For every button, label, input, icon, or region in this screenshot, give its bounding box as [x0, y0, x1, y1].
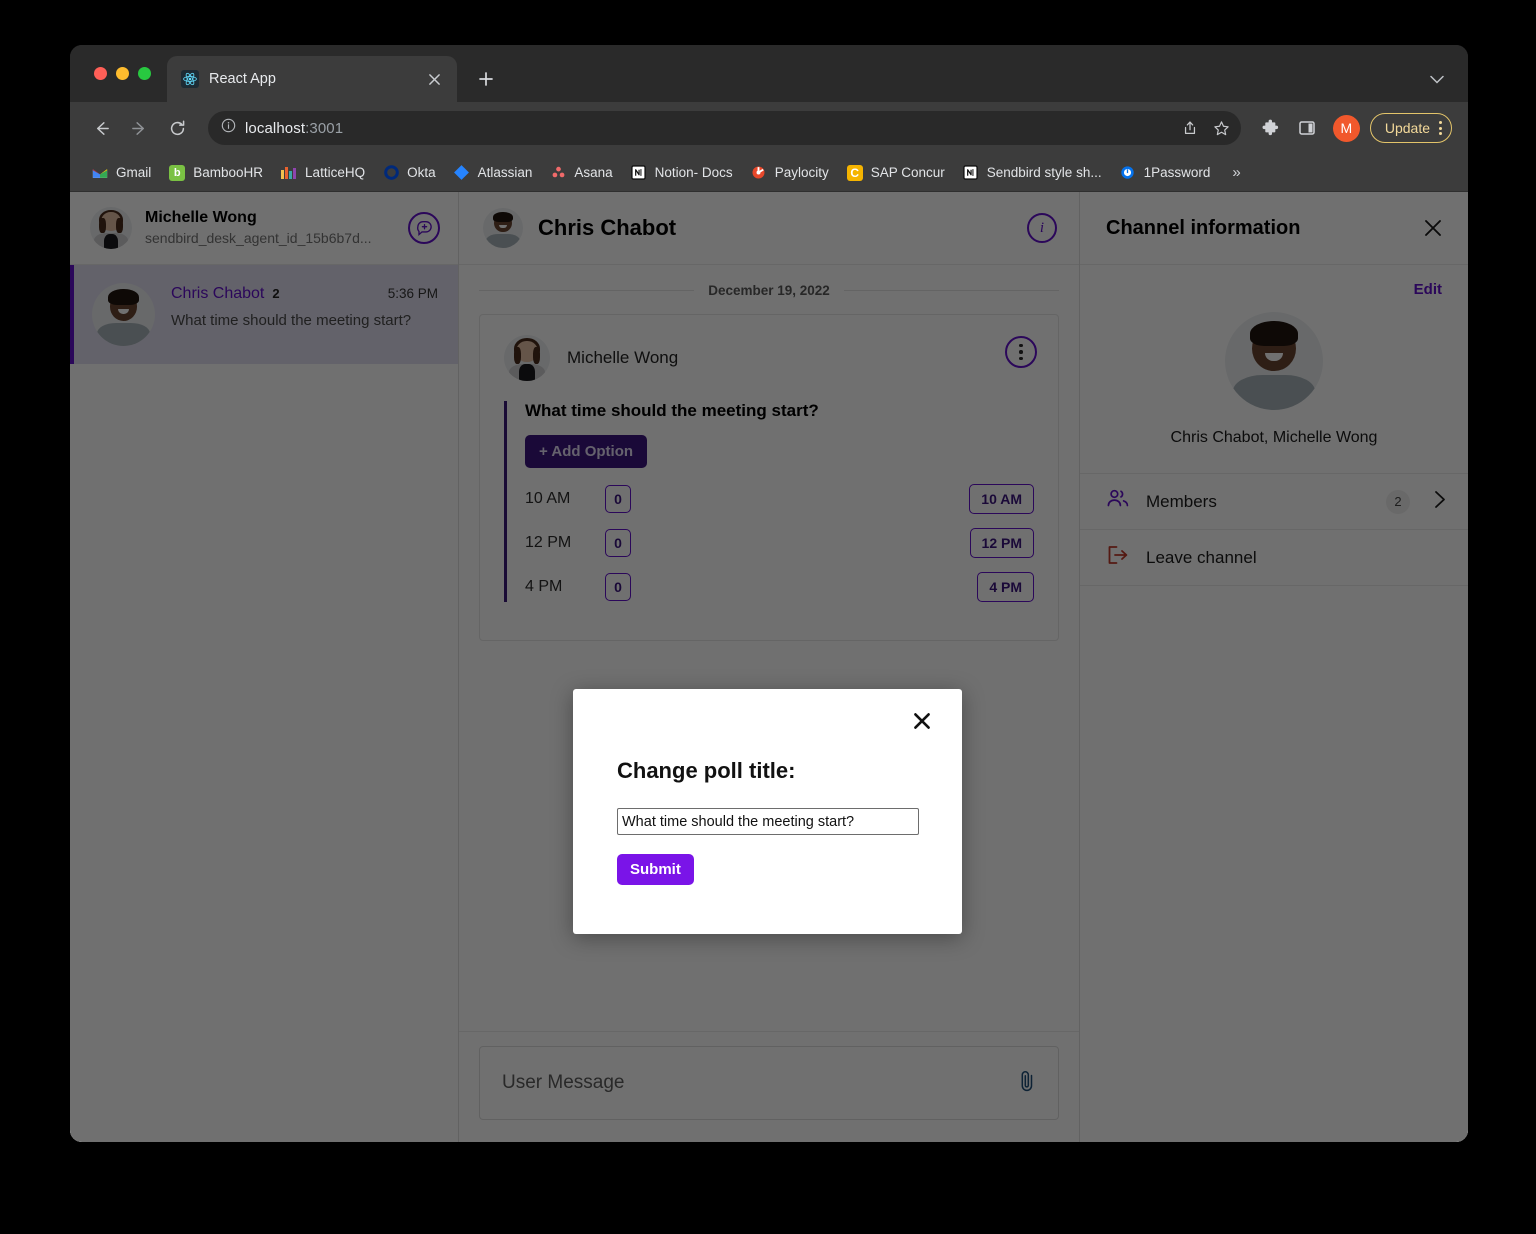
- bookmark-label: LatticeHQ: [305, 165, 366, 180]
- app-viewport: Michelle Wong sendbird_desk_agent_id_15b…: [70, 192, 1468, 1142]
- modal-title: Change poll title:: [617, 758, 796, 783]
- address-bar[interactable]: localhost:3001: [208, 111, 1241, 145]
- profile-avatar[interactable]: M: [1332, 114, 1360, 142]
- side-panel-icon[interactable]: [1291, 112, 1323, 144]
- close-window-button[interactable]: [94, 67, 107, 80]
- browser-toolbar: localhost:3001 M Update: [70, 102, 1468, 154]
- kebab-menu-icon[interactable]: [1439, 121, 1442, 135]
- notion-icon: [963, 165, 979, 181]
- poll-title-input[interactable]: [617, 808, 919, 835]
- update-button[interactable]: Update: [1369, 113, 1452, 143]
- atlassian-icon: [454, 165, 470, 181]
- bookmark-sendbird-style-sheet[interactable]: Sendbird style sh...: [955, 161, 1110, 185]
- bookmark-label: Paylocity: [774, 165, 829, 180]
- sap-concur-icon: C: [846, 164, 863, 181]
- bookmark-notion-docs[interactable]: Notion- Docs: [623, 161, 741, 185]
- gmail-icon: [92, 165, 108, 181]
- bookmark-sap-concur[interactable]: C SAP Concur: [839, 161, 953, 185]
- bookmark-1password[interactable]: 1Password: [1112, 161, 1219, 185]
- close-icon[interactable]: [423, 68, 445, 90]
- bookmark-label: SAP Concur: [870, 165, 945, 180]
- close-icon[interactable]: [908, 707, 936, 735]
- bookmark-bamboohr[interactable]: b BambooHR: [161, 161, 271, 185]
- browser-tab-strip: React App: [70, 45, 1468, 102]
- info-circle-icon[interactable]: [221, 118, 236, 138]
- address-bar-url: localhost:3001: [245, 120, 343, 137]
- bookmark-label: Okta: [407, 165, 436, 180]
- bookmarks-overflow-button[interactable]: »: [1224, 162, 1248, 183]
- react-logo-icon: [181, 70, 199, 88]
- bookmark-atlassian[interactable]: Atlassian: [446, 161, 541, 185]
- onepassword-icon: [1120, 165, 1136, 181]
- bookmark-asana[interactable]: Asana: [542, 161, 620, 185]
- bookmark-label: Sendbird style sh...: [986, 165, 1102, 180]
- submit-button[interactable]: Submit: [617, 854, 694, 885]
- bookmark-latticehq[interactable]: LatticeHQ: [273, 161, 373, 185]
- reload-icon[interactable]: [160, 111, 194, 145]
- browser-window: React App localhost:3001 M Update Gmail …: [70, 45, 1468, 1142]
- okta-icon: [383, 165, 399, 181]
- arrow-left-icon[interactable]: [84, 111, 118, 145]
- minimize-window-button[interactable]: [116, 67, 129, 80]
- notion-icon: [631, 165, 647, 181]
- paylocity-icon: [751, 165, 767, 181]
- maximize-window-button[interactable]: [138, 67, 151, 80]
- browser-tab-title: React App: [209, 71, 276, 87]
- bookmark-label: BambooHR: [193, 165, 264, 180]
- window-traffic-lights: [88, 45, 167, 102]
- update-button-label: Update: [1384, 120, 1430, 136]
- url-host: localhost: [245, 119, 306, 137]
- arrow-right-icon[interactable]: [122, 111, 156, 145]
- bookmark-label: 1Password: [1143, 165, 1211, 180]
- bookmark-okta[interactable]: Okta: [375, 161, 444, 185]
- bookmarks-bar: Gmail b BambooHR LatticeHQ Okta Atlassia…: [70, 154, 1468, 192]
- bookmark-label: Gmail: [116, 165, 152, 180]
- browser-tab[interactable]: React App: [167, 56, 457, 102]
- bookmark-label: Notion- Docs: [654, 165, 733, 180]
- puzzle-piece-icon[interactable]: [1255, 112, 1287, 144]
- bookmark-label: Asana: [574, 165, 613, 180]
- lattice-icon: [281, 165, 297, 181]
- bookmark-label: Atlassian: [477, 165, 533, 180]
- modal-overlay[interactable]: [70, 192, 1468, 1142]
- share-icon[interactable]: [1175, 113, 1205, 143]
- plus-icon[interactable]: [469, 62, 503, 96]
- bookmark-paylocity[interactable]: Paylocity: [743, 161, 837, 185]
- url-port: :3001: [305, 119, 344, 137]
- star-icon[interactable]: [1207, 113, 1237, 143]
- change-poll-title-modal: Change poll title: Submit: [573, 689, 962, 934]
- chevron-down-icon[interactable]: [1424, 66, 1450, 92]
- bamboohr-icon: b: [169, 164, 186, 181]
- asana-icon: [550, 165, 566, 181]
- bookmark-gmail[interactable]: Gmail: [84, 161, 159, 185]
